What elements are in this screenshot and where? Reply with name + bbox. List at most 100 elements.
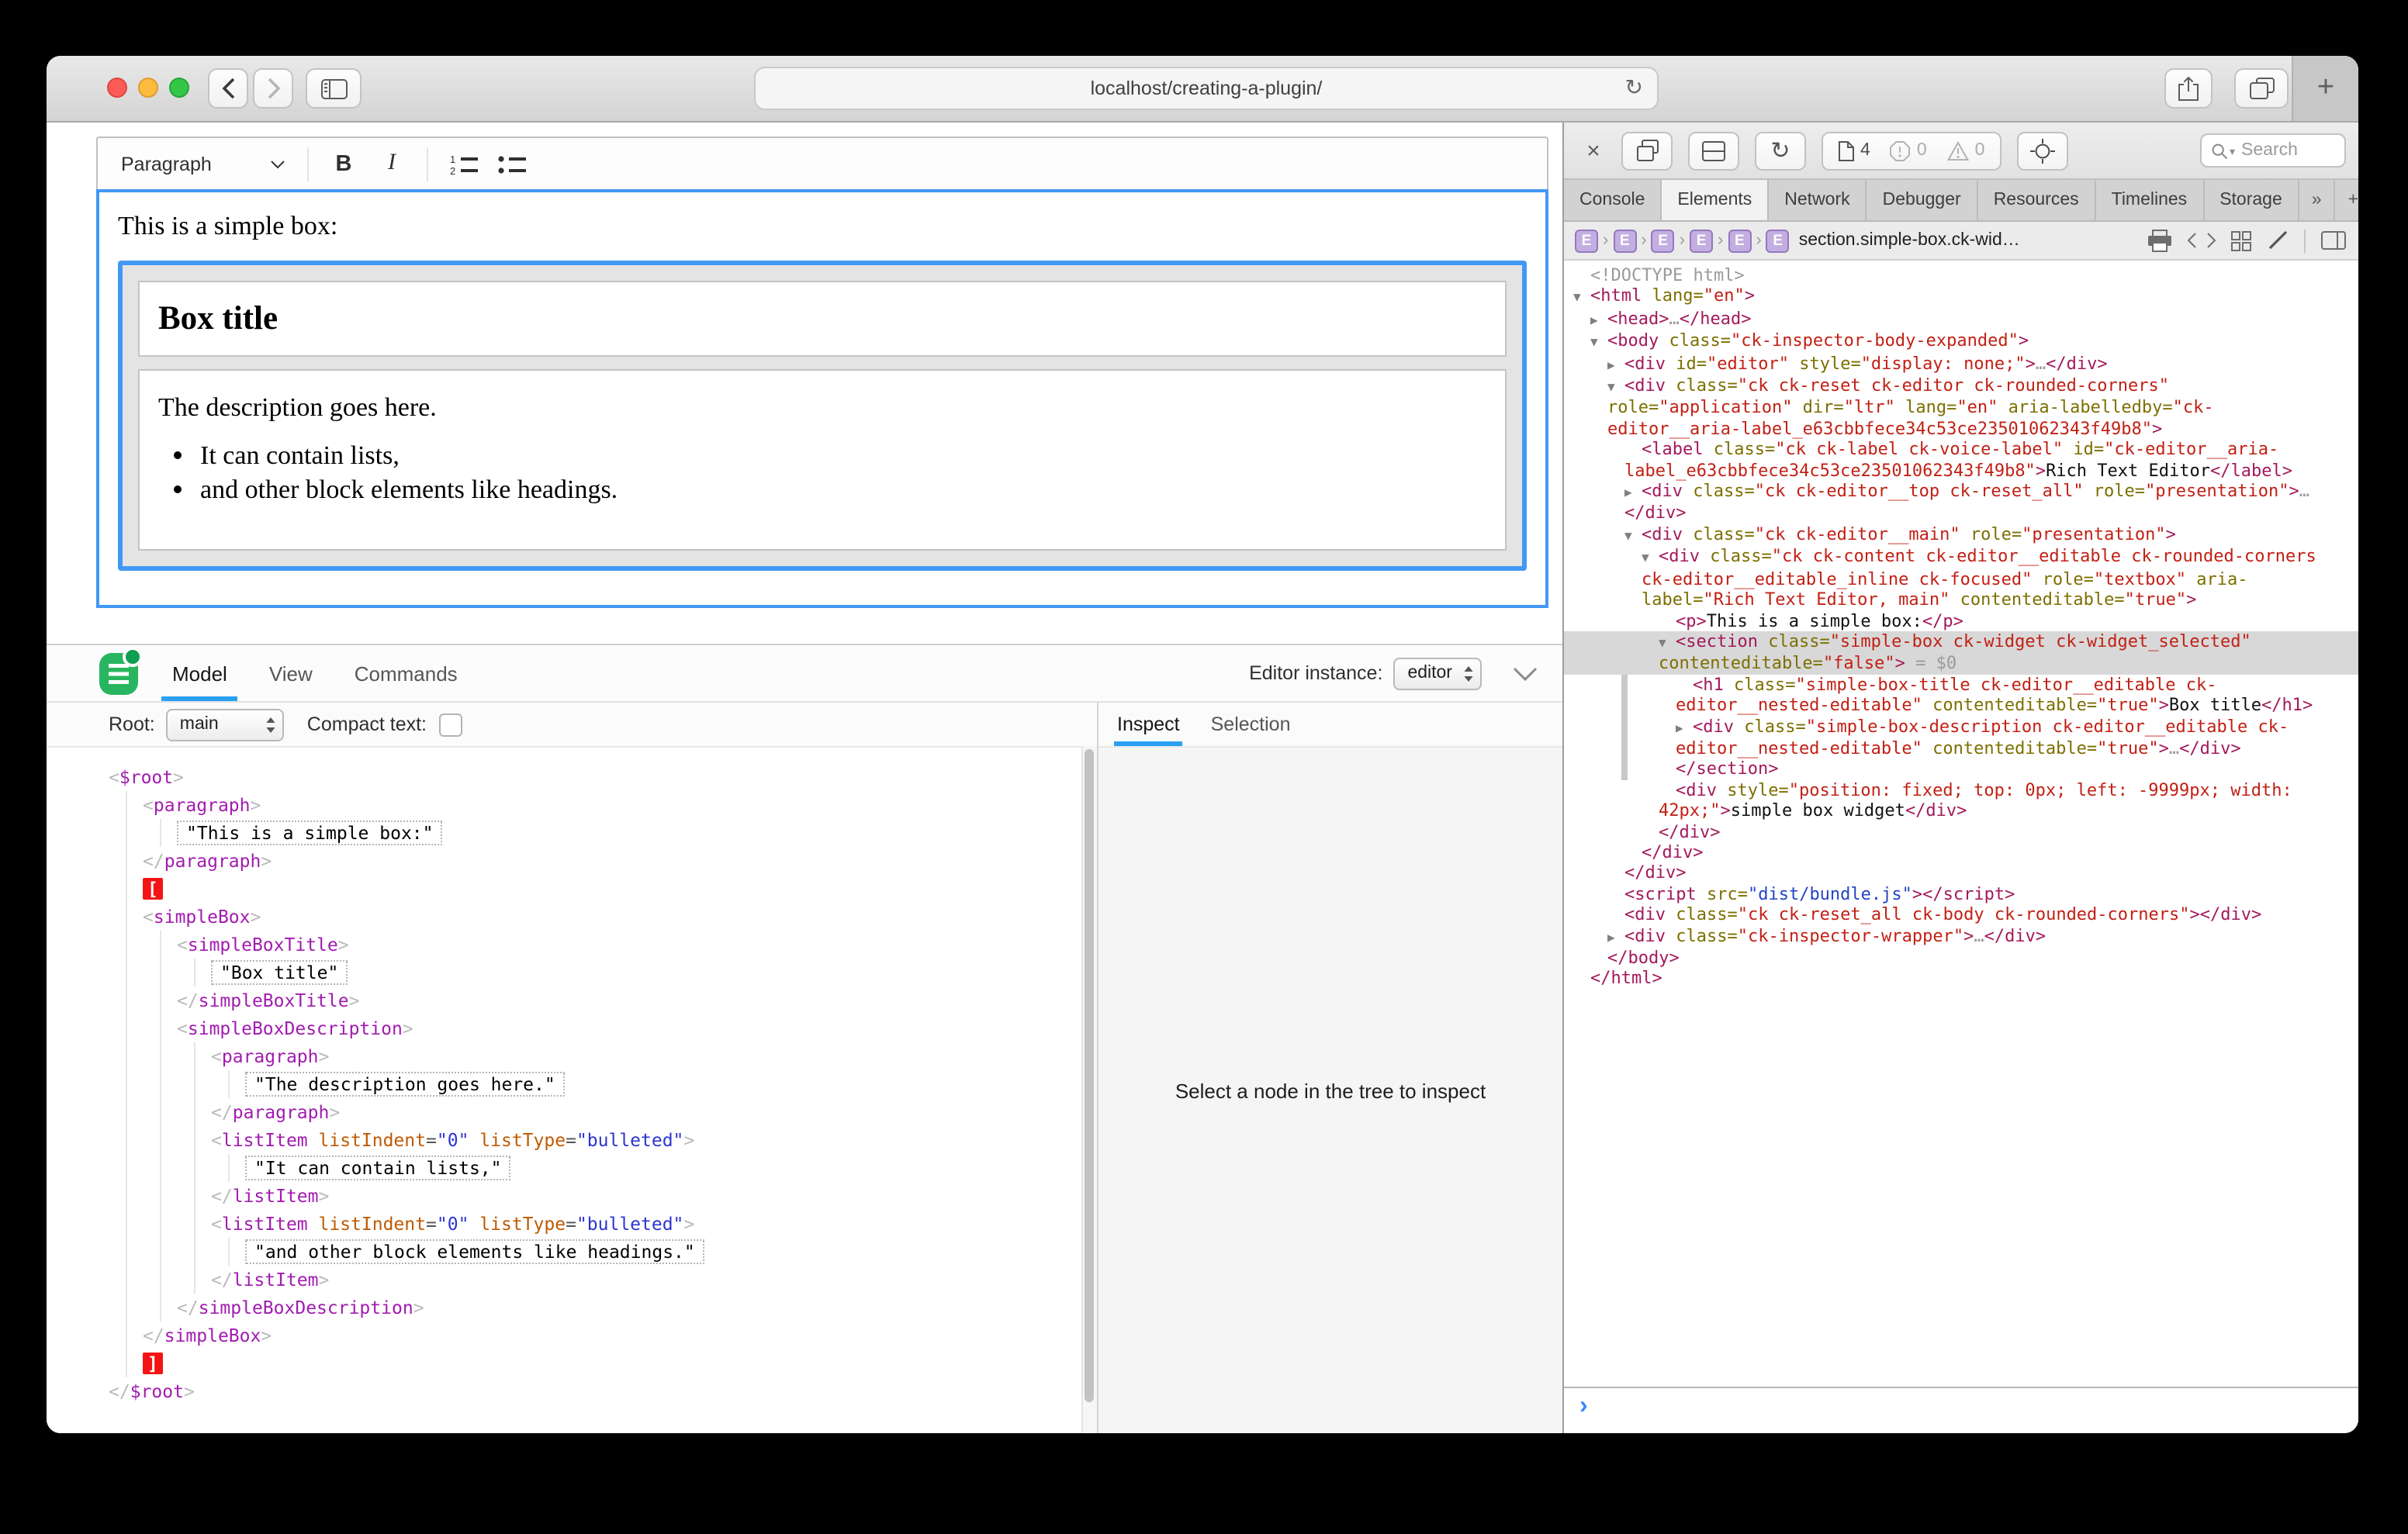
disclosure-closed-icon[interactable]: ▶ [1607, 354, 1624, 375]
box-title-heading[interactable]: Box title [140, 299, 1505, 338]
model-tree-node[interactable]: <simpleBox> [109, 903, 1075, 931]
model-tree-node[interactable]: <listItem listIndent="0" listType="bulle… [109, 1126, 1075, 1154]
dom-node[interactable]: <p>This is a simple box:</p> [1564, 610, 2358, 631]
model-tree-node[interactable]: </simpleBoxDescription> [109, 1294, 1075, 1322]
disclosure-closed-icon[interactable]: ▶ [1624, 482, 1642, 503]
model-tree-node[interactable]: ] [109, 1349, 1075, 1377]
breadcrumb-element-badge[interactable]: E [1728, 229, 1751, 252]
disclosure-open-icon[interactable]: ▼ [1573, 288, 1590, 309]
devtools-close-button[interactable]: × [1579, 137, 1607, 164]
dom-node[interactable]: ▶<div class="ck-inspector-wrapper">…</di… [1564, 925, 2358, 948]
dom-node[interactable]: ▶<div id="editor" style="display: none;"… [1564, 353, 2358, 375]
devtools-search-field[interactable]: ▾ Search [2200, 133, 2346, 168]
editor-instance-select[interactable]: editor [1393, 657, 1482, 689]
model-tree-node[interactable]: </paragraph> [109, 1098, 1075, 1126]
dom-node[interactable]: ▶<head>…</head> [1564, 309, 2358, 331]
breadcrumb-element-badge[interactable]: E [1690, 229, 1713, 252]
dom-node[interactable]: <script src="dist/bundle.js"></script> [1564, 884, 2358, 905]
dom-node[interactable]: ▼<section class="simple-box ck-widget ck… [1564, 631, 2358, 675]
dom-node[interactable]: </section> [1564, 759, 2358, 780]
dom-node[interactable]: </html> [1564, 969, 2358, 990]
widget-bullet-list[interactable]: It can contain lists,and other block ele… [158, 441, 1486, 506]
model-tree-node[interactable]: </paragraph> [109, 847, 1075, 875]
numbered-list-button[interactable]: 12 [439, 145, 487, 182]
dom-node[interactable]: ▶<div class="ck ck-editor__top ck-reset_… [1564, 481, 2358, 524]
disclosure-closed-icon[interactable]: ▶ [1607, 927, 1624, 948]
devtools-tab-debugger[interactable]: Debugger [1867, 180, 1978, 220]
breadcrumb-element-badge[interactable]: E [1575, 229, 1598, 252]
show-source-code-icon[interactable] [2188, 233, 2216, 248]
tree-scrollbar[interactable] [1081, 746, 1097, 1433]
dom-node[interactable]: ▼<html lang="en"> [1564, 286, 2358, 309]
model-tree-node[interactable]: "It can contain lists," [109, 1154, 1075, 1182]
dom-node[interactable]: ▼<body class="ck-inspector-body-expanded… [1564, 330, 2358, 353]
inspector-panel-tab-inspect[interactable]: Inspect [1114, 703, 1183, 746]
model-tree-node[interactable]: <simpleBoxTitle> [109, 931, 1075, 959]
bulleted-list-button[interactable] [487, 145, 535, 182]
devtools-tab-console[interactable]: Console [1564, 180, 1662, 220]
devtools-tab-overflow-button[interactable]: » [2299, 180, 2336, 220]
simple-box-description[interactable]: The description goes here. It can contai… [138, 369, 1507, 551]
devtools-detach-button[interactable] [1621, 131, 1673, 170]
description-paragraph[interactable]: The description goes here. [158, 392, 1486, 423]
italic-button[interactable]: I [368, 145, 416, 182]
devtools-tab-resources[interactable]: Resources [1978, 180, 2096, 220]
disclosure-open-icon[interactable]: ▼ [1624, 526, 1642, 547]
model-tree-node[interactable]: [ [109, 875, 1075, 903]
breadcrumb-element-badge[interactable]: E [1652, 229, 1675, 252]
dom-node[interactable]: </div> [1564, 863, 2358, 884]
grid-overlay-icon[interactable] [2231, 230, 2251, 250]
inspector-tab-view[interactable]: View [269, 645, 313, 701]
model-tree-node[interactable]: </$root> [109, 1377, 1075, 1405]
inspector-tab-model[interactable]: Model [172, 645, 227, 701]
model-tree-node[interactable]: <paragraph> [109, 791, 1075, 819]
root-select[interactable]: main [166, 708, 284, 741]
compact-text-checkbox[interactable] [439, 713, 462, 736]
devtools-dock-button[interactable] [1688, 131, 1739, 170]
forward-button[interactable] [253, 68, 293, 109]
disclosure-closed-icon[interactable]: ▶ [1676, 717, 1693, 738]
breadcrumb-element-badge[interactable]: E [1766, 229, 1790, 252]
dom-node[interactable]: </div> [1564, 821, 2358, 842]
devtools-tab-timelines[interactable]: Timelines [2096, 180, 2205, 220]
traffic-minimize-button[interactable] [138, 78, 158, 98]
dom-node[interactable]: </body> [1564, 948, 2358, 969]
inspector-panel-tab-selection[interactable]: Selection [1208, 703, 1294, 746]
editor-editable-area[interactable]: This is a simple box: Box title The desc… [96, 189, 1548, 608]
model-tree-node[interactable]: <simpleBoxDescription> [109, 1014, 1075, 1042]
devtools-reload-button[interactable]: ↻ [1755, 131, 1806, 170]
disclosure-open-icon[interactable]: ▼ [1590, 332, 1607, 353]
model-tree-node[interactable]: "Box title" [109, 959, 1075, 986]
sidebar-toggle-button[interactable] [306, 68, 362, 109]
new-tab-button[interactable]: + [2292, 56, 2358, 121]
inspector-collapse-button[interactable] [1513, 666, 1538, 680]
simple-box-widget[interactable]: Box title The description goes here. It … [118, 261, 1527, 571]
devtools-tab-network[interactable]: Network [1769, 180, 1867, 220]
model-tree-node[interactable]: "This is a simple box:" [109, 819, 1075, 847]
back-button[interactable] [208, 68, 248, 109]
console-prompt[interactable]: › [1564, 1387, 2358, 1433]
disclosure-closed-icon[interactable]: ▶ [1590, 310, 1607, 331]
disclosure-open-icon[interactable]: ▼ [1659, 633, 1676, 654]
traffic-zoom-button[interactable] [169, 78, 189, 98]
dom-node[interactable]: <!DOCTYPE html> [1564, 265, 2358, 286]
disclosure-open-icon[interactable]: ▼ [1607, 377, 1624, 398]
dom-node[interactable]: <h1 class="simple-box-title ck-editor__e… [1564, 674, 2358, 716]
dom-node[interactable]: <div class="ck ck-reset_all ck-body ck-r… [1564, 904, 2358, 925]
dom-node[interactable]: <div style="position: fixed; top: 0px; l… [1564, 780, 2358, 822]
model-tree-node[interactable]: <listItem listIndent="0" listType="bulle… [109, 1210, 1075, 1238]
warning-count[interactable]: 0 [1947, 140, 1985, 161]
error-count[interactable]: 0 [1891, 140, 1927, 161]
model-tree-node[interactable]: <$root> [109, 763, 1075, 791]
model-tree-node[interactable]: </listItem> [109, 1182, 1075, 1210]
breadcrumb-selected-node[interactable]: section.simple-box.ck-wid… [1799, 231, 2020, 250]
bullet-item[interactable]: and other block elements like headings. [200, 475, 1486, 506]
inspector-tab-commands[interactable]: Commands [355, 645, 458, 701]
details-sidebar-icon[interactable] [2321, 231, 2346, 250]
traffic-close-button[interactable] [107, 78, 127, 98]
show-tabs-button[interactable] [2234, 68, 2289, 109]
bullet-item[interactable]: It can contain lists, [200, 441, 1486, 472]
model-tree-node[interactable]: </simpleBox> [109, 1322, 1075, 1349]
dom-node[interactable]: <label class="ck ck-label ck-voice-label… [1564, 440, 2358, 482]
element-picker-button[interactable] [2017, 131, 2068, 170]
